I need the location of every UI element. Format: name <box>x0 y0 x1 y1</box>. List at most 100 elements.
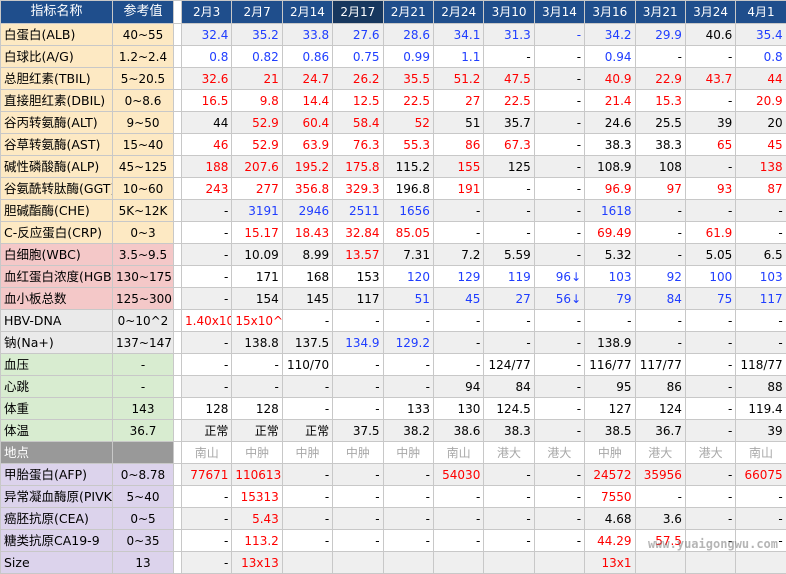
value-cell[interactable]: 52.9 <box>232 134 282 156</box>
reference-value-cell[interactable]: 40~55 <box>113 24 174 46</box>
reference-value-cell[interactable]: 36.7 <box>113 420 174 442</box>
reference-value-cell[interactable]: 0~8.6 <box>113 90 174 112</box>
value-cell[interactable]: - <box>182 288 232 310</box>
reference-value-cell[interactable]: 125~300 <box>113 288 174 310</box>
value-cell[interactable]: 94 <box>433 376 483 398</box>
value-cell[interactable]: 8.99 <box>282 244 332 266</box>
indicator-name-cell[interactable]: 血红蛋白浓度(HGB) <box>1 266 113 288</box>
value-cell[interactable] <box>534 552 584 574</box>
value-cell[interactable]: - <box>484 508 534 530</box>
value-cell[interactable]: 正常 <box>282 420 332 442</box>
value-cell[interactable]: 45 <box>433 288 483 310</box>
value-cell[interactable]: - <box>282 464 332 486</box>
value-cell[interactable] <box>736 552 786 574</box>
value-cell[interactable]: 44 <box>736 68 786 90</box>
value-cell[interactable]: 117 <box>333 288 383 310</box>
value-cell[interactable]: - <box>534 68 584 90</box>
value-cell[interactable]: - <box>534 200 584 222</box>
value-cell[interactable]: - <box>182 530 232 552</box>
value-cell[interactable]: 38.6 <box>433 420 483 442</box>
value-cell[interactable] <box>383 552 433 574</box>
value-cell[interactable]: 108.9 <box>585 156 635 178</box>
reference-value-cell[interactable]: 137~147 <box>113 332 174 354</box>
indicator-name-cell[interactable]: 胆碱酯酶(CHE) <box>1 200 113 222</box>
value-cell[interactable]: 28.6 <box>383 24 433 46</box>
value-cell[interactable]: 中肿 <box>383 442 433 464</box>
value-cell[interactable]: - <box>383 376 433 398</box>
value-cell[interactable]: 0.86 <box>282 46 332 68</box>
value-cell[interactable]: - <box>635 222 685 244</box>
value-cell[interactable]: 168 <box>282 266 332 288</box>
indicator-name-cell[interactable]: Size <box>1 552 113 574</box>
reference-value-cell[interactable]: 13 <box>113 552 174 574</box>
value-cell[interactable]: 47.5 <box>484 68 534 90</box>
value-cell[interactable]: 46 <box>182 134 232 156</box>
date-column-header[interactable]: 2月7 <box>232 1 282 24</box>
value-cell[interactable]: 18.43 <box>282 222 332 244</box>
indicator-name-cell[interactable]: 血压 <box>1 354 113 376</box>
value-cell[interactable]: 133 <box>383 398 433 420</box>
value-cell[interactable]: 正常 <box>232 420 282 442</box>
value-cell[interactable]: 40.9 <box>585 68 635 90</box>
value-cell[interactable]: 15.17 <box>232 222 282 244</box>
value-cell[interactable]: - <box>182 244 232 266</box>
date-column-header[interactable]: 2月24 <box>433 1 483 24</box>
value-cell[interactable]: - <box>282 398 332 420</box>
value-cell[interactable]: 27.6 <box>333 24 383 46</box>
date-column-header[interactable]: 3月24 <box>685 1 735 24</box>
value-cell[interactable]: 58.4 <box>333 112 383 134</box>
value-cell[interactable]: 南山 <box>182 442 232 464</box>
value-cell[interactable]: - <box>534 222 584 244</box>
value-cell[interactable]: 191 <box>433 178 483 200</box>
value-cell[interactable]: 171 <box>232 266 282 288</box>
value-cell[interactable]: 0.8 <box>736 46 786 68</box>
value-cell[interactable]: 128 <box>232 398 282 420</box>
value-cell[interactable]: 中肿 <box>282 442 332 464</box>
value-cell[interactable]: - <box>534 134 584 156</box>
value-cell[interactable]: - <box>685 200 735 222</box>
value-cell[interactable]: 中肿 <box>585 442 635 464</box>
value-cell[interactable]: 35.7 <box>484 112 534 134</box>
value-cell[interactable]: 5.32 <box>585 244 635 266</box>
value-cell[interactable]: 120 <box>383 266 433 288</box>
indicator-name-cell[interactable]: 白蛋白(ALB) <box>1 24 113 46</box>
date-column-header[interactable]: 4月1 <box>736 1 786 24</box>
value-cell[interactable]: 3191 <box>232 200 282 222</box>
value-cell[interactable]: 0.75 <box>333 46 383 68</box>
value-cell[interactable]: 195.2 <box>282 156 332 178</box>
value-cell[interactable]: 356.8 <box>282 178 332 200</box>
value-cell[interactable]: 116/77 <box>585 354 635 376</box>
value-cell[interactable]: 31.3 <box>484 24 534 46</box>
value-cell[interactable]: - <box>433 310 483 332</box>
value-cell[interactable]: - <box>736 508 786 530</box>
indicator-name-cell[interactable]: C-反应蛋白(CRP) <box>1 222 113 244</box>
value-cell[interactable]: - <box>635 200 685 222</box>
value-cell[interactable]: 93 <box>685 178 735 200</box>
value-cell[interactable]: - <box>333 398 383 420</box>
indicator-name-cell[interactable]: 甲胎蛋白(AFP) <box>1 464 113 486</box>
date-column-header[interactable]: 2月21 <box>383 1 433 24</box>
value-cell[interactable]: - <box>333 376 383 398</box>
value-cell[interactable]: - <box>534 156 584 178</box>
value-cell[interactable]: 138.8 <box>232 332 282 354</box>
reference-value-cell[interactable]: 10~60 <box>113 178 174 200</box>
value-cell[interactable]: - <box>534 90 584 112</box>
value-cell[interactable]: 南山 <box>736 442 786 464</box>
value-cell[interactable]: 1656 <box>383 200 433 222</box>
value-cell[interactable]: 96↓ <box>534 266 584 288</box>
value-cell[interactable]: 13.57 <box>333 244 383 266</box>
value-cell[interactable]: 38.3 <box>585 134 635 156</box>
indicator-name-cell[interactable]: 血小板总数 <box>1 288 113 310</box>
reference-value-cell[interactable]: 9~50 <box>113 112 174 134</box>
date-column-header[interactable]: 3月16 <box>585 1 635 24</box>
value-cell[interactable]: 9.8 <box>232 90 282 112</box>
value-cell[interactable]: - <box>232 376 282 398</box>
value-cell[interactable]: 34.1 <box>433 24 483 46</box>
value-cell[interactable]: 2511 <box>333 200 383 222</box>
value-cell[interactable]: 港大 <box>534 442 584 464</box>
value-cell[interactable]: 20.9 <box>736 90 786 112</box>
value-cell[interactable]: 130 <box>433 398 483 420</box>
value-cell[interactable]: 15313 <box>232 486 282 508</box>
value-cell[interactable]: - <box>484 178 534 200</box>
value-cell[interactable]: 92 <box>635 266 685 288</box>
